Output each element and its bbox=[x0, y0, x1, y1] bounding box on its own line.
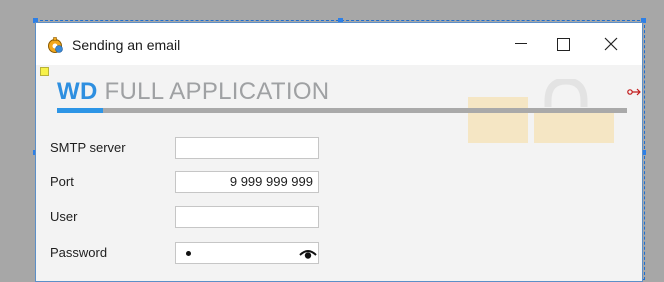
close-button[interactable] bbox=[590, 27, 634, 61]
minimize-icon bbox=[515, 43, 527, 44]
minimize-button[interactable] bbox=[498, 27, 542, 61]
brand-wd: WD bbox=[57, 78, 98, 105]
smtp-server-label: SMTP server bbox=[50, 140, 126, 155]
password-input[interactable] bbox=[175, 242, 319, 264]
app-gear-globe-icon bbox=[46, 37, 64, 58]
link-arrow-icon[interactable] bbox=[627, 87, 641, 97]
app-banner: WD FULL APPLICATION bbox=[36, 65, 642, 143]
port-input[interactable]: 9 999 999 999 bbox=[175, 171, 319, 193]
password-mask-dot bbox=[186, 251, 191, 256]
port-label: Port bbox=[50, 174, 74, 189]
banner-subtitle: FULL APPLICATION bbox=[97, 78, 330, 105]
maximize-icon bbox=[557, 38, 570, 51]
eye-icon[interactable] bbox=[299, 248, 317, 260]
user-label: User bbox=[50, 209, 78, 224]
banner-title: WD FULL APPLICATION bbox=[57, 78, 329, 106]
title-bar[interactable]: Sending an email bbox=[36, 23, 642, 65]
banner-progress-fill bbox=[57, 108, 103, 113]
close-icon bbox=[604, 37, 618, 51]
maximize-button[interactable] bbox=[542, 27, 586, 61]
window-title: Sending an email bbox=[72, 37, 181, 53]
password-label: Password bbox=[50, 245, 108, 260]
user-input[interactable] bbox=[175, 206, 319, 228]
email-window: Sending an email WD FULL APPLICATION SMT… bbox=[35, 22, 643, 282]
smtp-server-input[interactable] bbox=[175, 137, 319, 159]
banner-progress-track bbox=[57, 108, 627, 113]
